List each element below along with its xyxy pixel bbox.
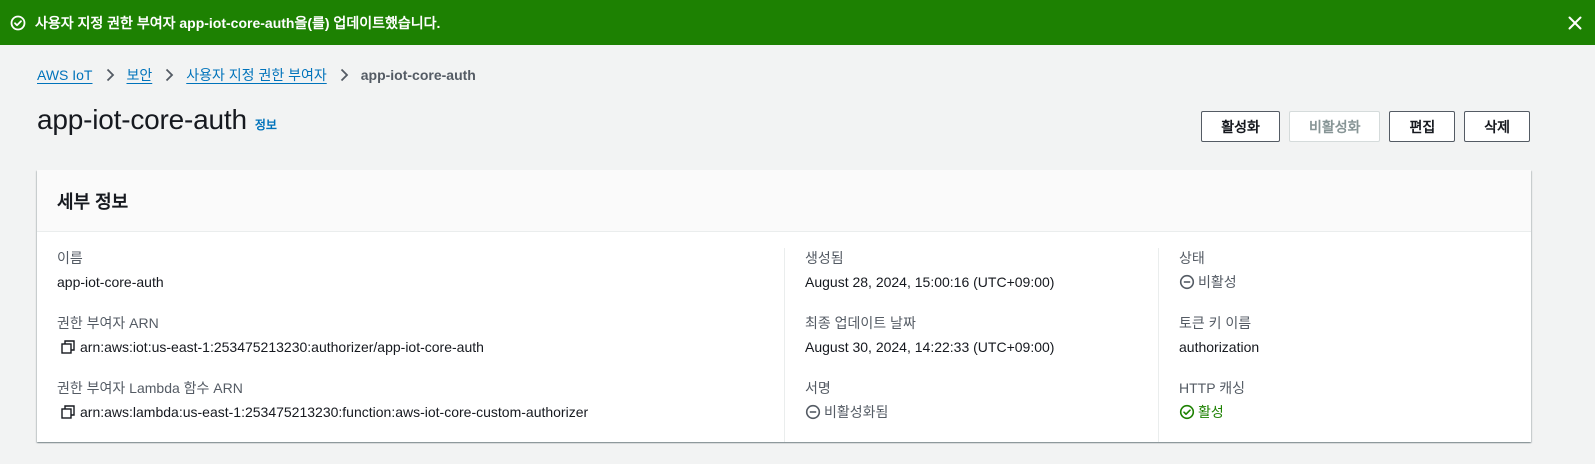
updated-field: 최종 업데이트 날짜 August 30, 2024, 14:22:33 (UT… xyxy=(805,313,1138,378)
chevron-right-icon xyxy=(337,68,351,82)
lambda-arn-label: 권한 부여자 Lambda 함수 ARN xyxy=(57,380,243,396)
flash-message: 사용자 지정 권한 부여자 app-iot-core-auth을(를) 업데이트… xyxy=(35,14,441,31)
lambda-arn-field: 권한 부여자 Lambda 함수 ARN arn:aws:lambda:us-e… xyxy=(57,378,764,443)
http-cache-field: HTTP 캐싱 활성 xyxy=(1179,378,1511,443)
minus-circle-icon xyxy=(1179,274,1195,290)
breadcrumb-security[interactable]: 보안 xyxy=(127,65,153,85)
details-column-3: 상태 비활성 토큰 키 이름 authorization HTTP 캐싱 활성 xyxy=(1158,248,1531,442)
signing-field: 서명 비활성화됨 xyxy=(805,378,1138,443)
breadcrumb-aws-iot[interactable]: AWS IoT xyxy=(37,67,93,83)
authorizer-arn-value: arn:aws:iot:us-east-1:253475213230:autho… xyxy=(80,339,484,355)
edit-button[interactable]: 편집 xyxy=(1389,111,1456,142)
name-field: 이름 app-iot-core-auth xyxy=(57,248,764,313)
status-value: 비활성 xyxy=(1198,274,1237,290)
http-cache-label: HTTP 캐싱 xyxy=(1179,380,1245,396)
header-actions: 활성화 비활성화 편집 삭제 xyxy=(1201,111,1530,142)
breadcrumb-current: app-iot-core-auth xyxy=(360,67,476,83)
details-body: 이름 app-iot-core-auth 권한 부여자 ARN arn:aws:… xyxy=(37,232,1531,442)
signing-label: 서명 xyxy=(805,380,831,396)
copy-icon[interactable] xyxy=(61,340,75,354)
token-key-value: authorization xyxy=(1179,339,1260,355)
updated-value: August 30, 2024, 14:22:33 (UTC+09:00) xyxy=(805,339,1055,355)
status-label: 상태 xyxy=(1179,250,1205,266)
activate-button[interactable]: 활성화 xyxy=(1201,111,1280,142)
deactivate-button[interactable]: 비활성화 xyxy=(1288,111,1381,142)
token-key-field: 토큰 키 이름 authorization xyxy=(1179,313,1511,378)
name-label: 이름 xyxy=(57,250,83,266)
details-column-1: 이름 app-iot-core-auth 권한 부여자 ARN arn:aws:… xyxy=(37,248,784,442)
updated-label: 최종 업데이트 날짜 xyxy=(805,315,916,331)
token-key-label: 토큰 키 이름 xyxy=(1179,315,1252,331)
close-icon[interactable] xyxy=(1567,15,1583,31)
chevron-right-icon xyxy=(162,68,176,82)
breadcrumb-custom-authorizers[interactable]: 사용자 지정 권한 부여자 xyxy=(186,65,326,85)
check-circle-icon xyxy=(10,15,26,31)
info-link[interactable]: 정보 xyxy=(255,116,277,133)
page-header: app-iot-core-auth 정보 xyxy=(37,104,277,136)
lambda-arn-value: arn:aws:lambda:us-east-1:253475213230:fu… xyxy=(80,404,589,420)
check-circle-icon xyxy=(1179,404,1195,420)
delete-button[interactable]: 삭제 xyxy=(1464,111,1530,142)
http-cache-value: 활성 xyxy=(1198,404,1224,420)
breadcrumb: AWS IoT 보안 사용자 지정 권한 부여자 app-iot-core-au… xyxy=(37,64,476,86)
details-container: 세부 정보 이름 app-iot-core-auth 권한 부여자 ARN ar… xyxy=(37,170,1531,442)
copy-icon[interactable] xyxy=(61,405,75,419)
authorizer-arn-field: 권한 부여자 ARN arn:aws:iot:us-east-1:2534752… xyxy=(57,313,764,378)
chevron-right-icon xyxy=(103,68,117,82)
details-title: 세부 정보 xyxy=(57,191,129,212)
created-label: 생성됨 xyxy=(805,250,844,266)
details-header: 세부 정보 xyxy=(37,170,1531,232)
created-value: August 28, 2024, 15:00:16 (UTC+09:00) xyxy=(805,274,1055,290)
details-column-2: 생성됨 August 28, 2024, 15:00:16 (UTC+09:00… xyxy=(784,248,1158,442)
name-value: app-iot-core-auth xyxy=(57,274,164,290)
signing-value: 비활성화됨 xyxy=(824,404,889,420)
page-title: app-iot-core-auth xyxy=(37,104,247,135)
authorizer-arn-label: 권한 부여자 ARN xyxy=(57,315,159,331)
success-flashbar: 사용자 지정 권한 부여자 app-iot-core-auth을(를) 업데이트… xyxy=(0,0,1595,45)
created-field: 생성됨 August 28, 2024, 15:00:16 (UTC+09:00… xyxy=(805,248,1138,313)
status-field: 상태 비활성 xyxy=(1179,248,1511,313)
minus-circle-icon xyxy=(805,404,821,420)
